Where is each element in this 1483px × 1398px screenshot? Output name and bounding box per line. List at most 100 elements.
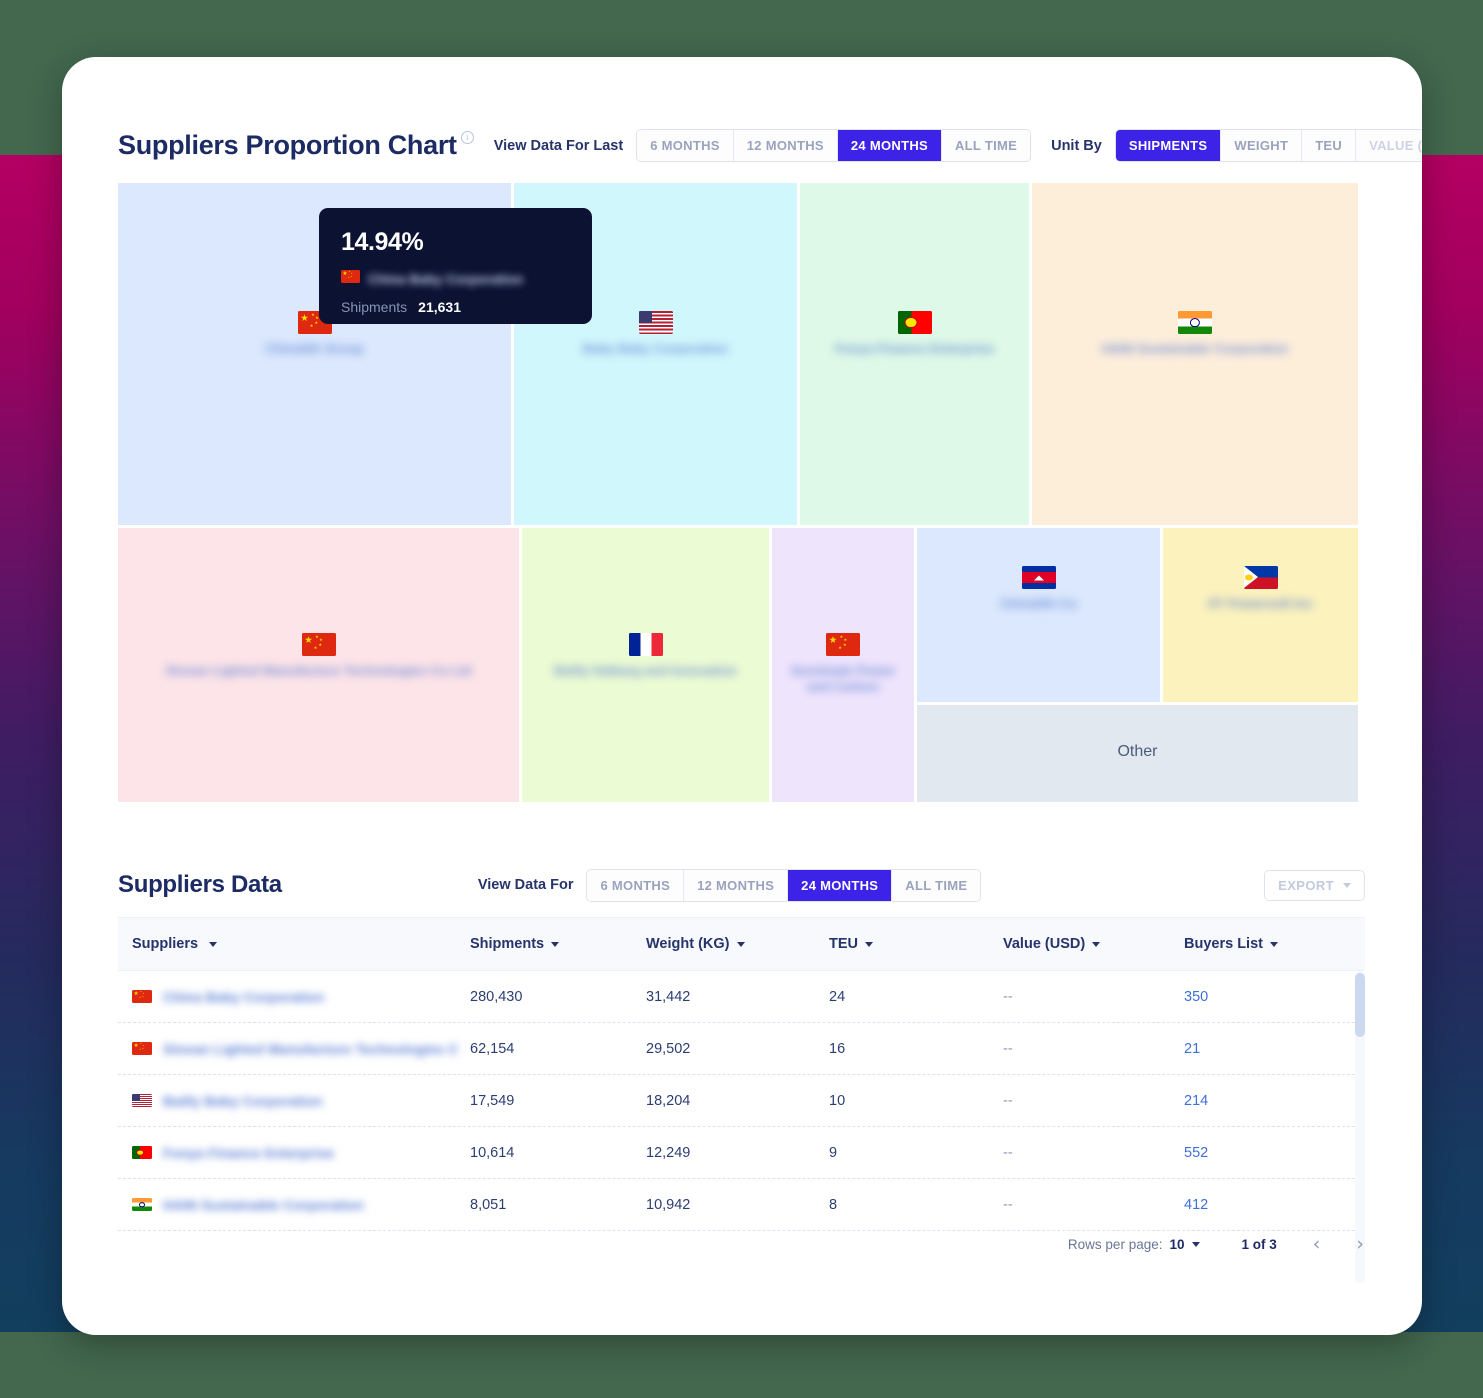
cell-weight: 31,442 bbox=[646, 988, 691, 1005]
tooltip-metric-label: Shipments bbox=[341, 299, 408, 315]
table-row[interactable]: Fonya Finance Enterprise 10,614 12,249 9 -- 5… bbox=[118, 1127, 1365, 1179]
app-card: Suppliers Proportion Chart i View Data F… bbox=[62, 57, 1422, 1335]
treemap-cell[interactable]: ★ ★ ★ ★ ★ Sinoan Lighted Manufacture Technolo… bbox=[118, 528, 519, 802]
view-data-for-last-label: View Data For Last bbox=[493, 137, 624, 154]
table-row[interactable]: ★ ★ ★ ★ ★ China Baby Corporation 280,430 31,442… bbox=[118, 971, 1365, 1023]
tooltip-supplier-row: ★ ★ ★ ★ ★ China Baby Corporation bbox=[341, 270, 570, 288]
cell-shipments: 8,051 bbox=[470, 1196, 507, 1213]
column-header-value[interactable]: Value (USD) bbox=[1003, 936, 1184, 952]
table-row[interactable]: HAIN Sustainable Corporation 8,051 10,942 8… bbox=[118, 1179, 1365, 1231]
tooltip-metric: Shipments 21,631 bbox=[341, 299, 570, 315]
column-header-suppliers[interactable]: Suppliers bbox=[118, 936, 470, 952]
chart-period-12-months[interactable]: 12 MONTHS bbox=[733, 130, 838, 161]
previous-page-button[interactable]: ‹ bbox=[1313, 1235, 1321, 1254]
cell-buyers-list[interactable]: 214 bbox=[1184, 1093, 1334, 1109]
column-header-buyers-list[interactable]: Buyers List bbox=[1184, 936, 1334, 952]
cell-value: -- bbox=[1003, 1092, 1013, 1109]
treemap-cell[interactable]: ★ ★ ★ ★ ★ Sunshade Power and Carbon bbox=[772, 528, 914, 802]
supplier-name: HAIN Sustainable Corporation bbox=[163, 1196, 364, 1213]
treemap-other-label: Other bbox=[1117, 742, 1158, 760]
chart-period-6-months[interactable]: 6 MONTHS bbox=[637, 130, 734, 161]
cell-value: -- bbox=[1003, 988, 1013, 1005]
next-page-button[interactable]: › bbox=[1356, 1235, 1364, 1254]
cell-teu: 8 bbox=[829, 1196, 838, 1213]
cell-buyers-list[interactable]: 412 bbox=[1184, 1197, 1334, 1213]
table-period-12-months[interactable]: 12 MONTHS bbox=[684, 869, 789, 901]
chart-period-24-months[interactable]: 24 MONTHS bbox=[837, 130, 942, 161]
suppliers-data-header: Suppliers Data View Data For 6 MONTHS 12… bbox=[118, 865, 1365, 905]
cell-supplier[interactable]: ★ ★ ★ ★ ★ Sinoan Lighted Manufacture Technolo… bbox=[118, 1041, 470, 1057]
flag-icon-in bbox=[1178, 311, 1212, 334]
cell-buyers-list[interactable]: 350 bbox=[1184, 989, 1334, 1005]
unit-by-label: Unit By bbox=[1051, 137, 1102, 154]
cell-supplier[interactable]: Fonya Finance Enterprise bbox=[118, 1145, 470, 1161]
treemap-cell-content: HAIN Sustainable Corporation bbox=[1032, 311, 1358, 357]
flag-icon-in bbox=[132, 1198, 152, 1211]
flag-icon-cn: ★ ★ ★ ★ ★ bbox=[826, 633, 860, 656]
cell-value: -- bbox=[1003, 1144, 1013, 1161]
suppliers-proportion-treemap: ★ ★ ★ ★ ★ Chinalith Group Baby Baby Corporatio… bbox=[118, 183, 1361, 805]
treemap-cell-label: Bailly Halbarg and Innovation bbox=[554, 663, 737, 678]
export-button-label: EXPORT bbox=[1278, 877, 1334, 893]
cell-value: -- bbox=[1003, 1040, 1013, 1057]
treemap-tooltip: 14.94% ★ ★ ★ ★ ★ China Baby Corporation Ship… bbox=[319, 208, 592, 324]
column-header-teu[interactable]: TEU bbox=[829, 936, 1003, 952]
info-icon[interactable]: i bbox=[460, 131, 474, 144]
table-row[interactable]: ★ ★ ★ ★ ★ Sinoan Lighted Manufacture Technolo… bbox=[118, 1023, 1365, 1075]
table-period-segmented-control: 6 MONTHS 12 MONTHS 24 MONTHS ALL TIME bbox=[586, 868, 982, 902]
cell-supplier[interactable]: ★ ★ ★ ★ ★ China Baby Corporation bbox=[118, 989, 470, 1005]
unit-shipments[interactable]: SHIPMENTS bbox=[1115, 130, 1222, 161]
column-label: Value (USD) bbox=[1003, 936, 1086, 952]
treemap-cell[interactable]: ST Powersoft Inc bbox=[1163, 528, 1358, 702]
cell-weight: 10,942 bbox=[646, 1196, 691, 1213]
cell-teu: 10 bbox=[829, 1092, 846, 1109]
treemap-cell[interactable]: HAIN Sustainable Corporation bbox=[1032, 183, 1358, 525]
flag-icon-pt bbox=[897, 311, 932, 334]
sort-caret-icon bbox=[865, 941, 873, 947]
sort-caret-icon bbox=[1092, 941, 1101, 947]
column-label: Weight (KG) bbox=[646, 936, 730, 952]
suppliers-table: Suppliers Shipments Weight (KG) TEU Valu… bbox=[118, 917, 1365, 1287]
page-title: Suppliers Proportion Chart bbox=[118, 130, 457, 160]
flag-icon-us bbox=[132, 1094, 152, 1107]
cell-teu: 9 bbox=[829, 1144, 838, 1161]
rows-per-page-value[interactable]: 10 bbox=[1169, 1237, 1184, 1252]
treemap-cell[interactable]: Chinalith Co bbox=[917, 528, 1160, 702]
chevron-down-icon[interactable] bbox=[1191, 1242, 1200, 1247]
table-row[interactable]: Bailly Baby Corporation 17,549 18,204 10 -- 2… bbox=[118, 1075, 1365, 1127]
sort-caret-icon bbox=[1269, 941, 1278, 947]
cell-supplier[interactable]: HAIN Sustainable Corporation bbox=[118, 1197, 470, 1213]
sort-caret-icon bbox=[209, 941, 218, 947]
table-period-all-time[interactable]: ALL TIME bbox=[892, 869, 981, 901]
column-header-shipments[interactable]: Shipments bbox=[470, 936, 646, 952]
unit-weight[interactable]: WEIGHT bbox=[1221, 130, 1303, 161]
table-scrollbar-thumb[interactable] bbox=[1355, 973, 1365, 1037]
treemap-cell-label: Sunshade Power and Carbon bbox=[790, 663, 896, 695]
treemap-cell[interactable]: Bailly Halbarg and Innovation bbox=[522, 528, 769, 802]
cell-supplier[interactable]: Bailly Baby Corporation bbox=[118, 1093, 470, 1109]
cell-buyers-list[interactable]: 552 bbox=[1184, 1145, 1334, 1161]
treemap-cell-other[interactable]: Other bbox=[917, 705, 1358, 802]
chevron-down-icon bbox=[1343, 882, 1351, 888]
treemap-cell-content: ★ ★ ★ ★ ★ Sinoan Lighted Manufacture Technolo… bbox=[118, 633, 519, 679]
treemap-cell-label: Baby Baby Corporation bbox=[582, 341, 729, 356]
flag-icon-cn: ★ ★ ★ ★ ★ bbox=[341, 270, 360, 288]
table-period-24-months[interactable]: 24 MONTHS bbox=[788, 869, 893, 901]
pagination: Rows per page: 10 1 of 3 ‹ › bbox=[1068, 1235, 1364, 1254]
supplier-name: Fonya Finance Enterprise bbox=[163, 1144, 335, 1161]
column-label: Shipments bbox=[470, 936, 545, 952]
table-view-data-for-label: View Data For bbox=[477, 877, 574, 893]
flag-icon-pt bbox=[132, 1146, 152, 1159]
treemap-cell-label: ST Powersoft Inc bbox=[1207, 596, 1314, 611]
cell-weight: 12,249 bbox=[646, 1144, 691, 1161]
table-period-6-months[interactable]: 6 MONTHS bbox=[587, 869, 685, 901]
treemap-cell-label: Sinoan Lighted Manufacture Technologies … bbox=[165, 663, 472, 678]
chart-period-all-time[interactable]: ALL TIME bbox=[941, 130, 1031, 161]
unit-teu[interactable]: TEU bbox=[1302, 130, 1357, 161]
treemap-cell[interactable]: Fonya Finance Enterprise bbox=[800, 183, 1029, 525]
supplier-name: Sinoan Lighted Manufacture Technologies … bbox=[163, 1040, 459, 1057]
column-header-weight[interactable]: Weight (KG) bbox=[646, 936, 829, 952]
export-button[interactable]: EXPORT bbox=[1264, 869, 1365, 901]
cell-buyers-list[interactable]: 21 bbox=[1184, 1041, 1334, 1057]
flag-icon-cn: ★ ★ ★ ★ ★ bbox=[301, 633, 336, 656]
